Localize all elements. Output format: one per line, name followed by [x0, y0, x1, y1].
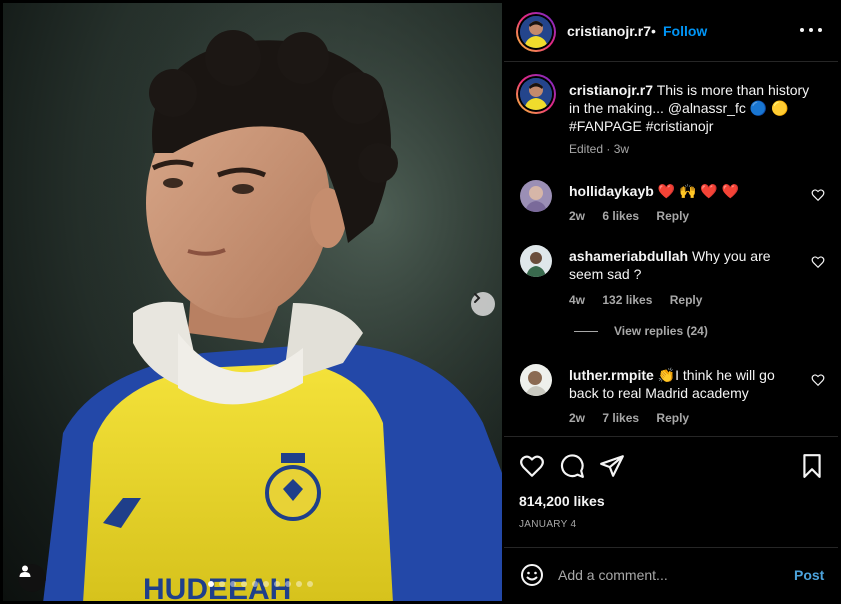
- post-header: cristianojr.r7 • Follow: [504, 3, 838, 62]
- comment-item: ashameriabdullah Why you are seem sad ?: [569, 247, 799, 283]
- post-photo: HUDEEAH: [3, 3, 502, 601]
- comment-icon[interactable]: [559, 453, 585, 479]
- comment-like-icon[interactable]: [811, 255, 825, 269]
- more-dot-icon: [800, 28, 804, 32]
- header-separator: •: [651, 23, 656, 39]
- post-side-panel: cristianojr.r7 • Follow cristianojr.r7 T…: [504, 3, 838, 601]
- comment-username[interactable]: hollidaykayb: [569, 183, 654, 199]
- carousel-dot: [285, 581, 291, 587]
- comment-like-icon[interactable]: [811, 373, 825, 387]
- view-replies-button[interactable]: View replies (24): [574, 324, 708, 338]
- author-avatar[interactable]: [516, 12, 556, 52]
- avatar-image: [520, 180, 552, 212]
- comment-username[interactable]: luther.rmpite: [569, 367, 654, 383]
- comment-age: 2w: [569, 209, 586, 223]
- comment-reply-button[interactable]: Reply: [656, 209, 689, 223]
- add-comment-bar: Post: [504, 547, 838, 602]
- comment-likes[interactable]: 7 likes: [602, 411, 639, 425]
- commenter-avatar[interactable]: [520, 180, 552, 212]
- carousel-dot: [219, 581, 225, 587]
- carousel-dot: [274, 581, 280, 587]
- comment-reply-button[interactable]: Reply: [670, 293, 703, 307]
- comment-like-icon[interactable]: [811, 188, 825, 202]
- more-dot-icon: [818, 28, 822, 32]
- comment-text: ❤️ 🙌 ❤️ ❤️: [657, 183, 740, 199]
- comment-item: hollidaykayb ❤️ 🙌 ❤️ ❤️: [569, 182, 799, 200]
- comment-likes[interactable]: 6 likes: [602, 209, 639, 223]
- comment-input[interactable]: [558, 565, 778, 585]
- user-icon: [19, 565, 31, 577]
- comment-item: luther.rmpite 👏I think he will go back t…: [569, 366, 799, 402]
- comment-username[interactable]: ashameriabdullah: [569, 248, 688, 264]
- share-icon[interactable]: [599, 453, 625, 479]
- next-slide-button[interactable]: [471, 292, 495, 316]
- comment-age: 2w: [569, 411, 586, 425]
- more-dot-icon: [809, 28, 813, 32]
- author-username[interactable]: cristianojr.r7: [567, 23, 651, 39]
- carousel-dot: [252, 581, 258, 587]
- comment-age: 4w: [569, 293, 586, 307]
- comments-list[interactable]: cristianojr.r7 This is more than history…: [504, 62, 838, 436]
- carousel-dot: [230, 581, 236, 587]
- emoji-icon[interactable]: [520, 563, 544, 587]
- post-caption: cristianojr.r7 This is more than history…: [569, 81, 819, 135]
- carousel-dot: [296, 581, 302, 587]
- avatar-image: [520, 245, 552, 277]
- caption-meta: Edited · 3w: [569, 142, 630, 156]
- post-media[interactable]: HUDEEAH: [3, 3, 502, 601]
- commenter-avatar[interactable]: [520, 364, 552, 396]
- comment-meta: 4w 132 likes Reply: [569, 293, 702, 307]
- replies-divider: [574, 330, 598, 332]
- carousel-dot: [263, 581, 269, 587]
- post-comment-button[interactable]: Post: [794, 567, 824, 583]
- heart-icon[interactable]: [519, 453, 545, 479]
- likes-count[interactable]: 814,200 likes: [519, 493, 605, 509]
- commenter-avatar[interactable]: [520, 245, 552, 277]
- follow-button[interactable]: Follow: [663, 23, 707, 39]
- comment-reply-button[interactable]: Reply: [656, 411, 689, 425]
- carousel-indicator: [208, 581, 313, 587]
- comment-likes[interactable]: 132 likes: [602, 293, 652, 307]
- carousel-dot-active: [208, 581, 214, 587]
- tagged-users-button[interactable]: [18, 564, 46, 592]
- avatar-image: [520, 364, 552, 396]
- avatar-image: [520, 78, 552, 110]
- comment-meta: 2w 7 likes Reply: [569, 411, 689, 425]
- bookmark-icon[interactable]: [799, 453, 825, 479]
- carousel-dot: [307, 581, 313, 587]
- post-date: JANUARY 4: [519, 519, 577, 530]
- post-modal: HUDEEAH cristianojr.r7 • Follow cristian…: [0, 0, 841, 604]
- caption-author-avatar[interactable]: [516, 74, 556, 114]
- jersey-sponsor-text: HUDEEAH: [143, 573, 291, 601]
- avatar-image: [520, 16, 552, 48]
- comment-meta: 2w 6 likes Reply: [569, 209, 689, 223]
- more-options-button[interactable]: [800, 21, 822, 39]
- view-replies-label[interactable]: View replies (24): [614, 324, 708, 338]
- carousel-dot: [241, 581, 247, 587]
- post-actions: 814,200 likes JANUARY 4: [504, 436, 838, 548]
- caption-username[interactable]: cristianojr.r7: [569, 82, 653, 98]
- chevron-right-icon: [474, 293, 481, 303]
